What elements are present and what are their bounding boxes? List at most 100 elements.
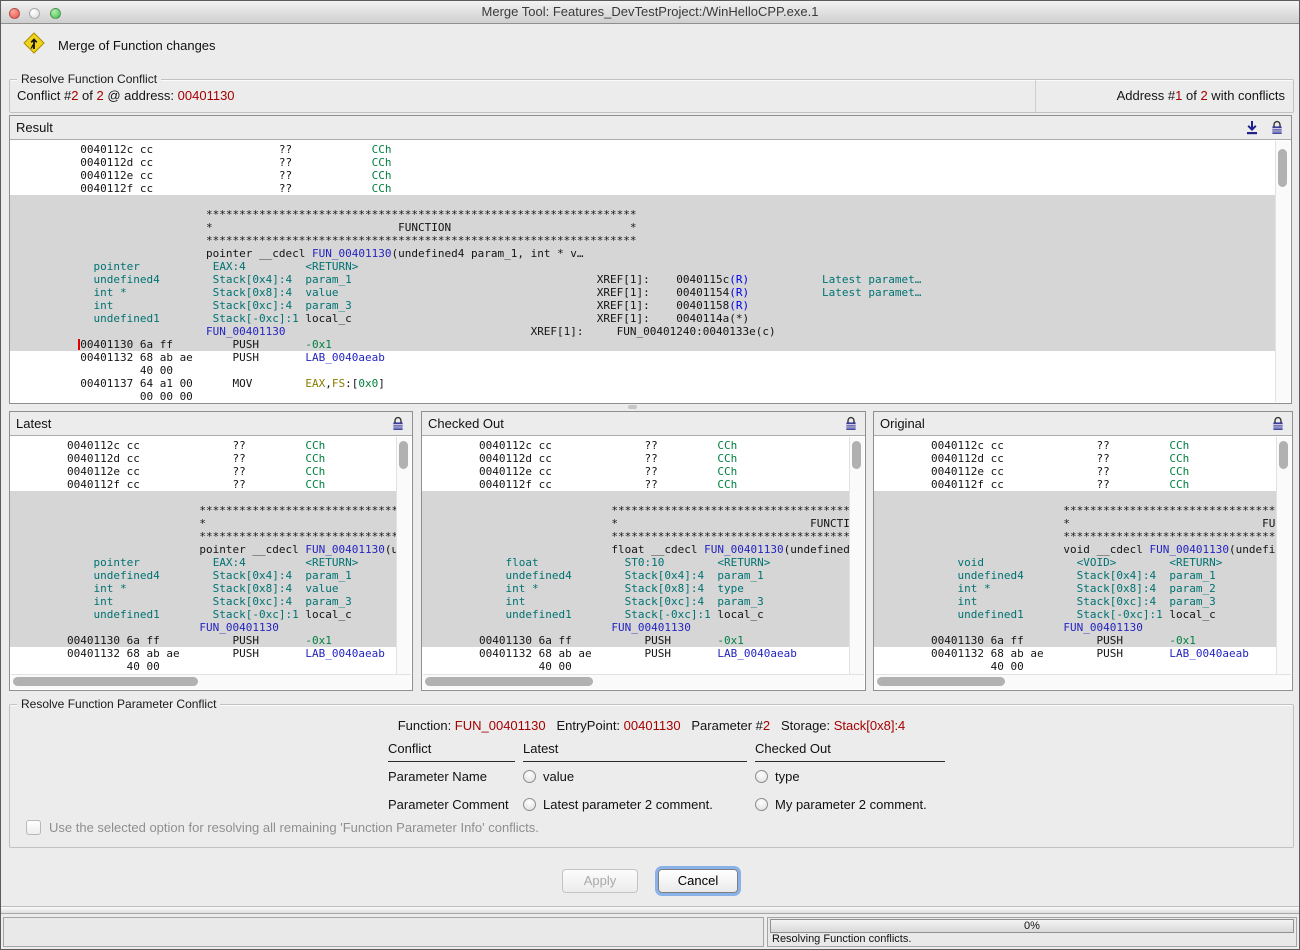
lock-icon[interactable]	[843, 416, 859, 432]
window-close-button[interactable]	[9, 8, 20, 19]
scrollbar-thumb[interactable]	[399, 441, 408, 469]
vertical-scrollbar[interactable]	[849, 437, 864, 674]
lock-icon[interactable]	[390, 416, 406, 432]
text-segment: FUN_00401130	[14, 621, 279, 634]
option-latest-parameter-name[interactable]: value	[523, 762, 747, 790]
listing-line: ****************************************…	[10, 530, 397, 543]
latest-listing[interactable]: 0040112c cc ?? CCh 0040112d cc ?? CCh 00…	[10, 436, 397, 675]
use-for-all-checkbox[interactable]	[26, 820, 41, 835]
listing-line: ****************************************…	[10, 234, 1276, 247]
text-segment: ST0:10	[539, 556, 665, 569]
text-segment: (undefined4 param_1, int * p…	[1229, 543, 1277, 556]
text-segment: Stack[0xc]:4	[525, 595, 704, 608]
text-segment: CCh	[1110, 465, 1189, 478]
option-latest-parameter-comment[interactable]: Latest parameter 2 comment.	[523, 790, 747, 818]
text-segment: 0040112d cc	[14, 452, 140, 465]
text-segment: LAB_0040aeab	[1123, 647, 1249, 660]
text-segment: <RETURN>	[246, 260, 359, 273]
option-checked-out-parameter-name[interactable]: type	[755, 762, 945, 790]
scrollbar-thumb[interactable]	[13, 677, 198, 686]
original-listing[interactable]: 0040112c cc ?? CCh 0040112d cc ?? CCh 00…	[874, 436, 1277, 675]
text-segment: CCh	[658, 452, 737, 465]
listing-line	[422, 491, 850, 504]
radio-icon[interactable]	[523, 798, 536, 811]
scrollbar-thumb[interactable]	[852, 441, 861, 469]
listing-line: 40 00	[422, 660, 850, 673]
lock-icon[interactable]	[1269, 120, 1285, 136]
text-segment: 00401137 64 a1 00	[14, 377, 193, 390]
traffic-light-buttons	[9, 6, 66, 24]
listing-line: int * Stack[0x8]:4 type	[422, 582, 850, 595]
text-segment: pointer	[14, 556, 140, 569]
text-segment: PUSH	[180, 647, 259, 660]
apply-button[interactable]: Apply	[562, 869, 638, 893]
text-segment	[252, 377, 305, 390]
listing-line: ****************************************…	[874, 530, 1277, 543]
radio-icon[interactable]	[755, 770, 768, 783]
listing-line: 00401132 68 ab ae PUSH LAB_0040aeab	[10, 351, 1276, 364]
checked-out-listing-body: 0040112c cc ?? CCh 0040112d cc ?? CCh 00…	[422, 436, 865, 690]
resolve-function-conflict-group: Resolve Function Conflict Conflict #2 of…	[9, 79, 1294, 113]
text-segment: Latest paramet…	[749, 286, 921, 299]
text-segment: local_c	[299, 608, 352, 621]
window-minimize-button[interactable]	[29, 8, 40, 19]
text-segment: Parameter #	[681, 718, 763, 733]
listing-line: undefined1 Stack[-0xc]:1 local_c	[422, 608, 850, 621]
text-segment: 0040112c cc	[14, 143, 153, 156]
radio-icon[interactable]	[755, 798, 768, 811]
text-segment: 0040112e cc	[878, 465, 1004, 478]
text-segment: 00401130 6a ff	[426, 634, 572, 647]
text-segment: ??	[552, 465, 658, 478]
text-segment: Stack[0x8]:4	[127, 286, 293, 299]
horizontal-scrollbar[interactable]	[875, 674, 1291, 689]
text-segment: with conflicts	[1208, 88, 1285, 103]
text-segment: -0x1	[259, 338, 332, 351]
text-segment: 0040112e cc	[14, 465, 140, 478]
scroll-to-end-icon[interactable]	[1244, 120, 1260, 136]
text-segment: 0x0	[358, 377, 378, 390]
text-segment: Stack[-0xc]:1	[1024, 608, 1163, 621]
text-segment: undefined1	[878, 608, 1024, 621]
text-segment: 00401132 68 ab ae	[426, 647, 592, 660]
text-segment: type	[704, 582, 744, 595]
result-listing[interactable]: 0040112c cc ?? CCh 0040112d cc ?? CCh 00…	[10, 140, 1276, 403]
text-segment: PUSH	[173, 338, 259, 351]
horizontal-scrollbar[interactable]	[423, 674, 864, 689]
listing-line: 0040112c cc ?? CCh	[874, 439, 1277, 452]
status-message: Resolving Function conflicts.	[772, 933, 911, 945]
column-header-checked-out: Checked Out	[755, 741, 945, 762]
cancel-button[interactable]: Cancel	[658, 869, 738, 893]
text-segment: 00401154	[650, 286, 729, 299]
listing-line: pointer EAX:4 <RETURN>	[10, 260, 1276, 273]
text-segment: pointer	[14, 260, 140, 273]
scrollbar-thumb[interactable]	[1279, 441, 1288, 469]
option-checked-out-parameter-comment[interactable]: My parameter 2 comment.	[755, 790, 945, 818]
text-segment: int *	[426, 582, 539, 595]
text-segment: LAB_0040aeab	[671, 647, 797, 660]
scrollbar-thumb[interactable]	[877, 677, 1005, 686]
listing-line: 0040112e cc ?? CCh	[422, 465, 850, 478]
radio-label: type	[775, 769, 800, 784]
vertical-scrollbar[interactable]	[1275, 141, 1290, 402]
radio-icon[interactable]	[523, 770, 536, 783]
listing-line: * FUNCTION *	[874, 517, 1277, 530]
result-panel-title: Result	[10, 116, 1291, 140]
text-segment: -0x1	[671, 634, 744, 647]
text-segment: * FUNCTION *	[878, 517, 1277, 530]
text-segment: Stack[-0xc]:1	[160, 312, 299, 325]
listing-line: 00401130 6a ff PUSH -0x1	[874, 634, 1277, 647]
vertical-scrollbar[interactable]	[396, 437, 411, 674]
horizontal-scrollbar[interactable]	[11, 674, 411, 689]
text-segment: Latest paramet…	[749, 273, 921, 286]
titlebar: Merge Tool: Features_DevTestProject:/Win…	[1, 1, 1299, 24]
splitter-handle[interactable]	[628, 405, 637, 409]
lock-icon[interactable]	[1270, 416, 1286, 432]
text-segment: Stack[-0xc]:1	[572, 608, 711, 621]
checked-out-listing[interactable]: 0040112c cc ?? CCh 0040112d cc ?? CCh 00…	[422, 436, 850, 675]
scrollbar-thumb[interactable]	[425, 677, 593, 686]
window-zoom-button[interactable]	[50, 8, 61, 19]
listing-line: 00401132 68 ab ae PUSH LAB_0040aeab	[874, 647, 1277, 660]
scrollbar-thumb[interactable]	[1278, 149, 1287, 187]
text-segment: of	[78, 88, 96, 103]
vertical-scrollbar[interactable]	[1276, 437, 1291, 674]
